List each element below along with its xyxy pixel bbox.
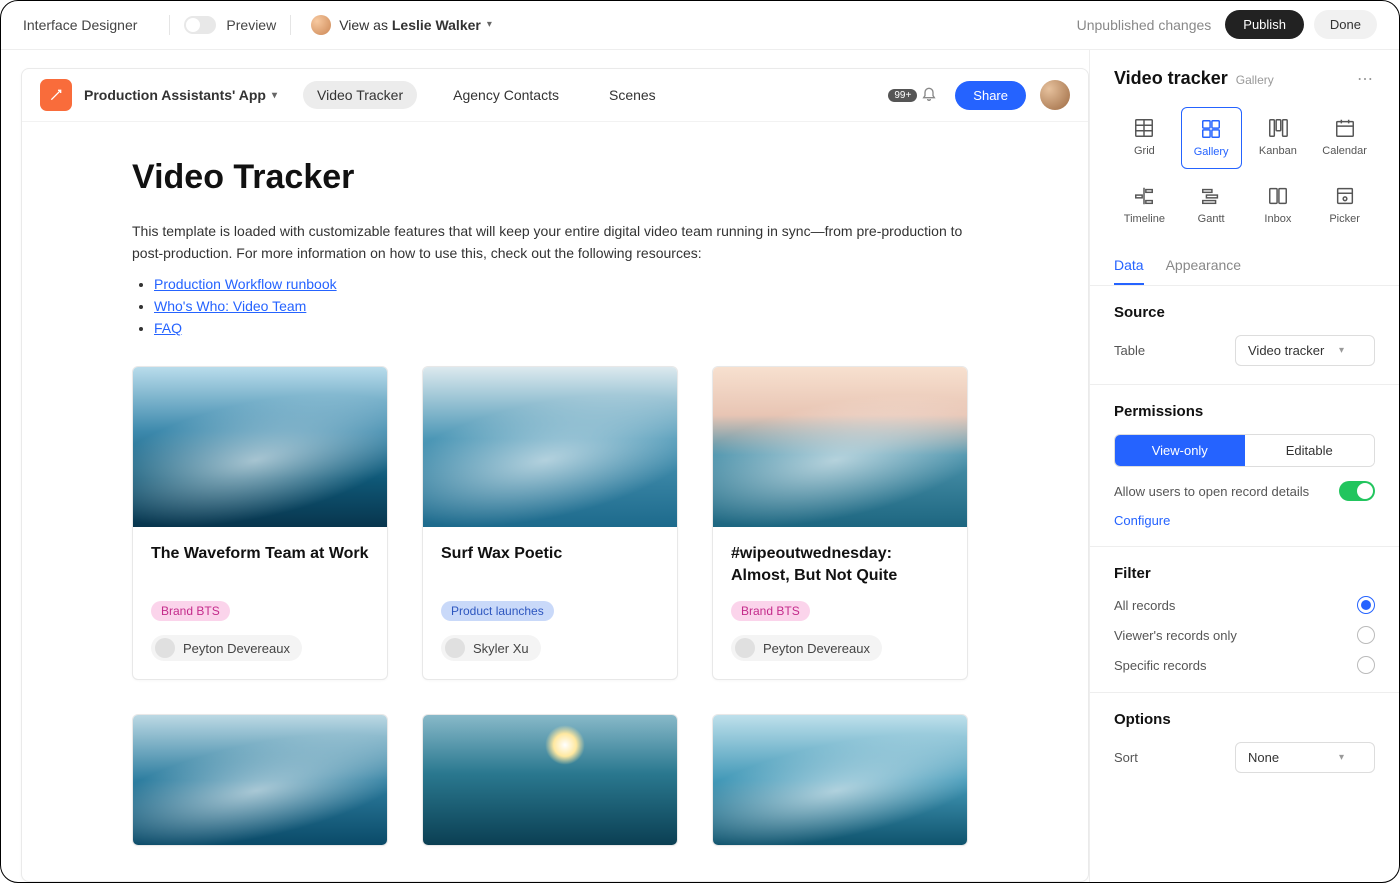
resource-link[interactable]: Production Workflow runbook (154, 276, 337, 292)
notification-badge: 99+ (888, 89, 917, 102)
nav-tab-scenes[interactable]: Scenes (595, 81, 670, 109)
app-mode-title: Interface Designer (23, 17, 137, 33)
nav-tab-video-tracker[interactable]: Video Tracker (303, 81, 417, 109)
notifications-button[interactable]: 99+ (888, 87, 937, 103)
gallery-card[interactable] (422, 714, 678, 846)
layout-option-grid[interactable]: Grid (1114, 107, 1175, 169)
page-description: This template is loaded with customizabl… (132, 221, 968, 264)
card-image (713, 367, 967, 527)
card-assignee: Skyler Xu (441, 635, 541, 661)
filter-option[interactable]: Viewer's records only (1114, 626, 1375, 644)
radio-icon (1357, 626, 1375, 644)
layout-option-gantt[interactable]: Gantt (1181, 175, 1242, 235)
timeline-icon (1133, 185, 1155, 207)
card-image (423, 715, 677, 845)
avatar-icon (445, 638, 465, 658)
sort-select[interactable]: None▾ (1235, 742, 1375, 773)
app-icon (40, 79, 72, 111)
gallery-card[interactable]: #wipeoutwednesday: Almost, But Not Quite… (712, 366, 968, 680)
done-button[interactable]: Done (1314, 10, 1377, 39)
options-section-title: Options (1114, 711, 1375, 728)
filter-section-title: Filter (1114, 565, 1375, 582)
card-image (713, 715, 967, 845)
app-name-dropdown[interactable]: Production Assistants' App ▾ (84, 87, 277, 103)
gallery-card[interactable] (132, 714, 388, 846)
card-tag: Product launches (441, 601, 554, 621)
config-panel: Video tracker Gallery ⋯ GridGalleryKanba… (1089, 50, 1399, 882)
permission-view-only[interactable]: View-only (1115, 435, 1245, 466)
page-title: Video Tracker (132, 158, 968, 197)
configure-link[interactable]: Configure (1114, 513, 1170, 528)
sort-label: Sort (1114, 750, 1138, 765)
radio-icon (1357, 596, 1375, 614)
layout-option-kanban[interactable]: Kanban (1248, 107, 1309, 169)
gantt-icon (1200, 185, 1222, 207)
app-header: Production Assistants' App ▾ Video Track… (22, 69, 1088, 122)
kanban-icon (1267, 117, 1289, 139)
designer-topbar: Interface Designer Preview View as Lesli… (1, 1, 1399, 49)
preview-label: Preview (226, 17, 276, 33)
picker-icon (1334, 185, 1356, 207)
unpublished-changes-label: Unpublished changes (1077, 17, 1212, 33)
chevron-down-icon: ▾ (272, 90, 277, 101)
chevron-down-icon: ▾ (487, 19, 492, 30)
canvas-area: Production Assistants' App ▾ Video Track… (1, 50, 1089, 882)
layout-option-gallery[interactable]: Gallery (1181, 107, 1242, 169)
allow-open-record-toggle[interactable] (1339, 481, 1375, 501)
card-image (133, 367, 387, 527)
divider (290, 15, 291, 35)
card-assignee: Peyton Devereaux (151, 635, 302, 661)
layout-option-picker[interactable]: Picker (1314, 175, 1375, 235)
user-avatar[interactable] (1040, 80, 1070, 110)
card-tag: Brand BTS (731, 601, 810, 621)
bell-icon (921, 87, 937, 103)
source-section-title: Source (1114, 304, 1375, 321)
grid-icon (1133, 117, 1155, 139)
card-tag: Brand BTS (151, 601, 230, 621)
avatar-icon (735, 638, 755, 658)
table-select[interactable]: Video tracker▾ (1235, 335, 1375, 366)
publish-button[interactable]: Publish (1225, 10, 1304, 39)
card-assignee: Peyton Devereaux (731, 635, 882, 661)
gallery-card[interactable]: The Waveform Team at Work Brand BTS Peyton… (132, 366, 388, 680)
card-title: Surf Wax Poetic (441, 543, 659, 587)
nav-tab-agency-contacts[interactable]: Agency Contacts (439, 81, 573, 109)
share-button[interactable]: Share (955, 81, 1026, 110)
chevron-down-icon: ▾ (1339, 752, 1344, 763)
inbox-icon (1267, 185, 1289, 207)
divider (169, 15, 170, 35)
panel-tab-data[interactable]: Data (1114, 249, 1144, 285)
panel-subtitle: Gallery (1236, 73, 1274, 87)
filter-option[interactable]: All records (1114, 596, 1375, 614)
resource-link[interactable]: Who's Who: Video Team (154, 298, 306, 314)
layout-option-inbox[interactable]: Inbox (1248, 175, 1309, 235)
view-as-dropdown[interactable]: View as Leslie Walker ▾ (311, 15, 492, 35)
panel-tab-appearance[interactable]: Appearance (1166, 249, 1242, 285)
card-image (133, 715, 387, 845)
allow-open-record-label: Allow users to open record details (1114, 484, 1339, 499)
layout-option-calendar[interactable]: Calendar (1314, 107, 1375, 169)
resource-link[interactable]: FAQ (154, 320, 182, 336)
preview-toggle[interactable] (184, 16, 216, 34)
table-label: Table (1114, 343, 1145, 358)
avatar-icon (311, 15, 331, 35)
card-image (423, 367, 677, 527)
layout-option-timeline[interactable]: Timeline (1114, 175, 1175, 235)
permissions-section-title: Permissions (1114, 403, 1375, 420)
avatar-icon (155, 638, 175, 658)
more-icon[interactable]: ⋯ (1357, 69, 1375, 89)
panel-title: Video tracker (1114, 68, 1228, 89)
filter-option[interactable]: Specific records (1114, 656, 1375, 674)
gallery-icon (1200, 118, 1222, 140)
permission-editable[interactable]: Editable (1245, 435, 1375, 466)
gallery-card[interactable]: Surf Wax Poetic Product launches Skyler Xu (422, 366, 678, 680)
radio-icon (1357, 656, 1375, 674)
chevron-down-icon: ▾ (1339, 345, 1344, 356)
gallery-card[interactable] (712, 714, 968, 846)
card-title: #wipeoutwednesday: Almost, But Not Quite (731, 543, 949, 587)
calendar-icon (1334, 117, 1356, 139)
card-title: The Waveform Team at Work (151, 543, 369, 587)
